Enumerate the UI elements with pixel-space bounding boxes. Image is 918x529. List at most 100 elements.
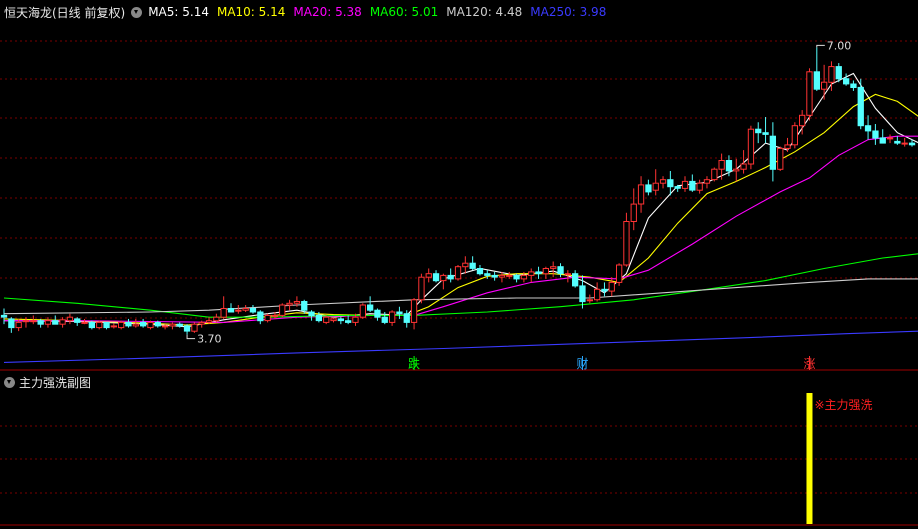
candle-body	[447, 274, 454, 280]
candle	[689, 174, 696, 192]
candle-body	[484, 273, 491, 276]
candle-body	[220, 308, 227, 318]
chart-title: 恒天海龙(日线 前复权)	[4, 5, 126, 20]
candle	[389, 310, 396, 326]
candle-body	[908, 142, 916, 146]
candle-body	[432, 273, 440, 282]
candle-body	[469, 262, 476, 269]
candle-body	[264, 314, 271, 322]
candle-body	[476, 268, 484, 275]
candle-body	[242, 308, 249, 311]
candle	[125, 318, 132, 328]
candle-body	[725, 160, 733, 172]
candle	[264, 313, 271, 323]
candle-body	[359, 304, 367, 318]
candle-body	[323, 316, 330, 323]
candle-body	[843, 78, 850, 85]
candle-body	[608, 281, 615, 292]
candle-body	[44, 320, 52, 325]
candle-body	[154, 321, 161, 327]
sub-panel-title: 主力强洗副图	[19, 375, 92, 390]
ma-legend-item: MA20: 5.38	[293, 5, 362, 19]
candle	[140, 318, 147, 328]
candle-body	[103, 321, 110, 329]
candle-body	[850, 83, 857, 88]
candle	[711, 167, 718, 182]
candle	[645, 179, 652, 196]
candle	[88, 320, 95, 330]
candle-body	[528, 271, 535, 276]
candle	[103, 321, 110, 330]
candle	[601, 282, 608, 297]
candle-body	[696, 182, 703, 191]
candle	[864, 115, 872, 140]
candle	[755, 122, 762, 144]
candle	[425, 268, 432, 283]
candle-body	[616, 264, 623, 283]
candle-body	[872, 130, 879, 139]
candle	[806, 68, 813, 121]
chevron-down-icon[interactable]	[131, 6, 143, 18]
candle	[432, 270, 440, 283]
candle-body	[535, 271, 542, 275]
candle	[616, 263, 623, 286]
candle-body	[81, 321, 88, 324]
candle-body	[769, 135, 777, 170]
candle-body	[301, 301, 308, 311]
ma-legend-item: MA5: 5.14	[148, 5, 209, 19]
extreme-pointer	[186, 334, 196, 340]
candle-body	[337, 318, 345, 322]
candle	[843, 73, 850, 86]
candle-body	[271, 314, 279, 317]
candle-body	[8, 318, 15, 329]
candle-body	[718, 160, 725, 170]
candle-body	[623, 221, 630, 266]
candle	[0, 308, 8, 325]
candle-body	[681, 180, 689, 189]
extreme-pointer	[816, 44, 825, 48]
candle-body	[257, 311, 264, 322]
candle	[733, 158, 740, 182]
candle	[147, 320, 154, 330]
candle	[879, 129, 886, 144]
kline-chart[interactable]: 7.00 3.70 跌 财 涨 ※主力强洗	[0, 0, 918, 529]
candle-body	[88, 321, 95, 329]
candle-body	[286, 302, 293, 306]
candle-body	[330, 318, 337, 322]
candle-body	[118, 321, 125, 329]
candle	[447, 268, 454, 283]
candle-body	[659, 179, 667, 184]
chevron-down-icon[interactable]	[4, 376, 15, 388]
candle-body	[249, 308, 257, 313]
candle	[213, 313, 220, 323]
candle-body	[630, 203, 637, 223]
candle	[110, 323, 117, 329]
candle-body	[740, 163, 747, 170]
candle	[586, 294, 594, 304]
candle-body	[425, 273, 432, 278]
candle	[594, 282, 601, 302]
candle-body	[674, 186, 681, 189]
ma-legend-item: MA250: 3.98	[530, 5, 607, 19]
candle	[66, 313, 74, 325]
candle	[418, 273, 425, 304]
candle	[220, 296, 227, 319]
candle-body	[293, 301, 301, 304]
candle-body	[396, 311, 403, 315]
candle	[791, 122, 799, 149]
candle	[857, 78, 864, 130]
candle-body	[667, 179, 674, 188]
signal-bar	[806, 393, 813, 524]
ma-line-ma10	[3, 93, 918, 326]
candle-body	[711, 168, 718, 181]
ma-line-ma250	[3, 330, 918, 363]
candle-body	[22, 320, 30, 323]
candle	[491, 271, 498, 281]
candle	[183, 324, 191, 335]
candle	[462, 256, 469, 274]
main-chart-header: 恒天海龙(日线 前复权) MA5: 5.14 MA10: 5.14 MA20: 5.…	[0, 0, 918, 24]
candle-body	[637, 184, 645, 205]
candle-body	[0, 314, 8, 318]
candle-body	[191, 323, 198, 332]
sub-panel-header: 主力强洗副图	[0, 372, 91, 392]
